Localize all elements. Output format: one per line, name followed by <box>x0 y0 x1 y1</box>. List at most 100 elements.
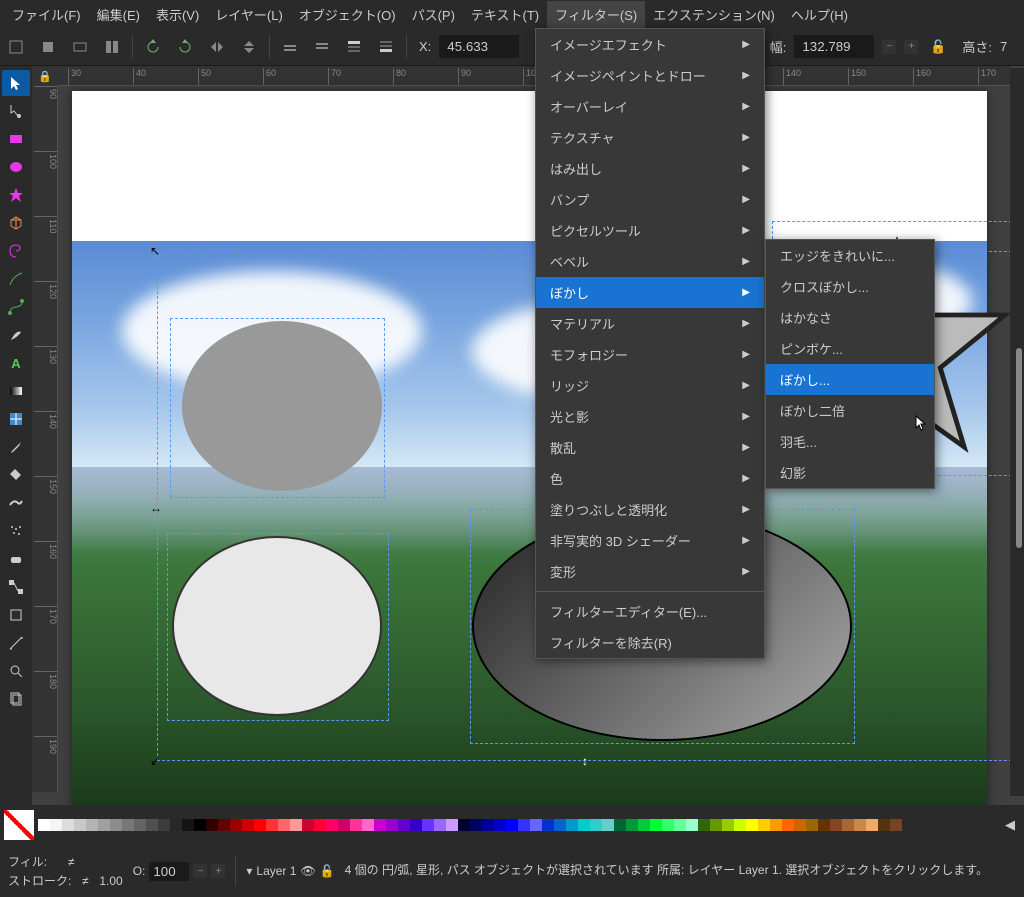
color-swatch[interactable] <box>758 819 770 831</box>
color-swatch[interactable] <box>350 819 362 831</box>
color-swatch[interactable] <box>590 819 602 831</box>
filter-menu-item[interactable]: ベベル▶ <box>536 246 764 277</box>
eraser-tool[interactable] <box>2 546 30 572</box>
color-swatch[interactable] <box>734 819 746 831</box>
color-swatch[interactable] <box>806 819 818 831</box>
layer-visible-icon[interactable]: 👁 <box>300 864 315 878</box>
color-swatch[interactable] <box>638 819 650 831</box>
color-swatch[interactable] <box>542 819 554 831</box>
color-swatch[interactable] <box>602 819 614 831</box>
color-swatch[interactable] <box>890 819 902 831</box>
opacity-plus-button[interactable]: + <box>211 864 225 878</box>
filter-menu-item[interactable]: モフォロジー▶ <box>536 339 764 370</box>
color-swatch[interactable] <box>230 819 242 831</box>
stroke-width-value[interactable]: 1.00 <box>99 874 122 888</box>
color-swatch[interactable] <box>290 819 302 831</box>
lpe-tool[interactable] <box>2 602 30 628</box>
color-swatch[interactable] <box>470 819 482 831</box>
resize-handle-sw[interactable]: ↙ <box>150 754 162 766</box>
menu-1[interactable]: 編集(E) <box>89 1 148 28</box>
menu-3[interactable]: レイヤー(L) <box>207 1 291 28</box>
menu-9[interactable]: ヘルプ(H) <box>783 1 856 28</box>
color-swatch[interactable] <box>650 819 662 831</box>
text-tool[interactable]: A <box>2 350 30 376</box>
star-tool[interactable] <box>2 182 30 208</box>
color-swatch[interactable] <box>662 819 674 831</box>
color-swatch[interactable] <box>98 819 110 831</box>
color-swatch[interactable] <box>302 819 314 831</box>
dropper-tool[interactable] <box>2 434 30 460</box>
color-swatch[interactable] <box>626 819 638 831</box>
color-swatch[interactable] <box>326 819 338 831</box>
filter-menu-item[interactable]: フィルターを除去(R) <box>536 627 764 658</box>
ellipse-object-gray[interactable] <box>182 321 382 491</box>
filter-menu-item[interactable]: 変形▶ <box>536 556 764 587</box>
resize-handle-s[interactable]: ↕ <box>582 754 594 766</box>
color-swatch[interactable] <box>278 819 290 831</box>
color-swatch[interactable] <box>878 819 890 831</box>
color-swatch[interactable] <box>434 819 446 831</box>
color-swatch[interactable] <box>74 819 86 831</box>
blur-submenu-item[interactable]: ピンボケ... <box>766 333 934 364</box>
color-swatch[interactable] <box>362 819 374 831</box>
color-swatch[interactable] <box>854 819 866 831</box>
filter-menu-item[interactable]: 色▶ <box>536 463 764 494</box>
filter-menu-item[interactable]: ぼかし▶ <box>536 277 764 308</box>
node-tool[interactable] <box>2 98 30 124</box>
filter-menu-item[interactable]: リッジ▶ <box>536 370 764 401</box>
layer-indicator[interactable]: ▾ Layer 1 👁 🔓 <box>246 864 334 878</box>
color-swatch[interactable] <box>710 819 722 831</box>
filter-menu-item[interactable]: マテリアル▶ <box>536 308 764 339</box>
color-swatch[interactable] <box>794 819 806 831</box>
color-swatch[interactable] <box>458 819 470 831</box>
rotate-ccw-icon[interactable] <box>141 35 165 59</box>
color-swatch[interactable] <box>782 819 794 831</box>
filter-menu-item[interactable]: 非写実的 3D シェーダー▶ <box>536 525 764 556</box>
filter-menu-item[interactable]: 塗りつぶしと透明化▶ <box>536 494 764 525</box>
menu-4[interactable]: オブジェクト(O) <box>291 1 404 28</box>
color-swatch[interactable] <box>518 819 530 831</box>
blur-submenu-item[interactable]: ぼかし二倍 <box>766 395 934 426</box>
raise-icon[interactable] <box>278 35 302 59</box>
color-swatch[interactable] <box>134 819 146 831</box>
color-swatch[interactable] <box>830 819 842 831</box>
filter-menu-item[interactable]: フィルターエディター(E)... <box>536 596 764 627</box>
ellipse-tool[interactable] <box>2 154 30 180</box>
blur-submenu-item[interactable]: クロスぼかし... <box>766 271 934 302</box>
tool-option-icon[interactable] <box>36 35 60 59</box>
lower-bottom-icon[interactable] <box>374 35 398 59</box>
raise-top-icon[interactable] <box>342 35 366 59</box>
menu-8[interactable]: エクステンション(N) <box>645 1 783 28</box>
rotate-cw-icon[interactable] <box>173 35 197 59</box>
blur-submenu-item[interactable]: エッジをきれいに... <box>766 240 934 271</box>
color-swatch[interactable] <box>110 819 122 831</box>
color-swatch[interactable] <box>842 819 854 831</box>
filter-menu-item[interactable]: はみ出し▶ <box>536 153 764 184</box>
color-swatch[interactable] <box>746 819 758 831</box>
color-swatch[interactable] <box>818 819 830 831</box>
color-swatch[interactable] <box>446 819 458 831</box>
pencil-tool[interactable] <box>2 266 30 292</box>
selector-tool[interactable] <box>2 70 30 96</box>
tool-option-icon[interactable] <box>68 35 92 59</box>
color-swatch[interactable] <box>398 819 410 831</box>
lower-icon[interactable] <box>310 35 334 59</box>
spray-tool[interactable] <box>2 518 30 544</box>
fill-value[interactable]: ≠ <box>51 855 91 869</box>
calligraphy-tool[interactable] <box>2 322 30 348</box>
ellipse-object-white[interactable] <box>172 536 382 716</box>
color-swatch[interactable] <box>674 819 686 831</box>
color-swatch[interactable] <box>566 819 578 831</box>
menu-6[interactable]: テキスト(T) <box>463 1 547 28</box>
width-minus-button[interactable]: − <box>882 40 896 54</box>
color-swatch[interactable] <box>206 819 218 831</box>
bezier-tool[interactable] <box>2 294 30 320</box>
mesh-tool[interactable] <box>2 406 30 432</box>
filter-menu-item[interactable]: 散乱▶ <box>536 432 764 463</box>
blur-submenu-item[interactable]: ぼかし... <box>766 364 934 395</box>
menu-0[interactable]: ファイル(F) <box>4 1 89 28</box>
filter-menu-item[interactable]: バンプ▶ <box>536 184 764 215</box>
filter-menu-item[interactable]: イメージエフェクト▶ <box>536 29 764 60</box>
color-swatch[interactable] <box>698 819 710 831</box>
color-swatch[interactable] <box>158 819 170 831</box>
